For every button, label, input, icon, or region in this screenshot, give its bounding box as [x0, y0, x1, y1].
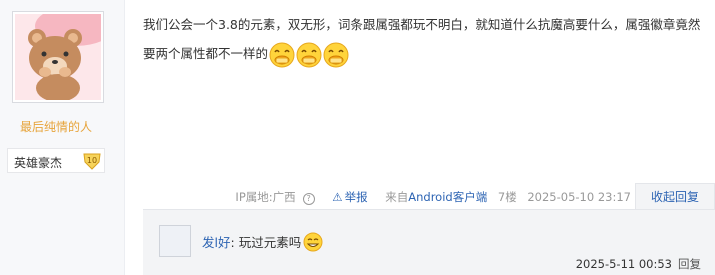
client-link[interactable]: Android客户端: [408, 190, 487, 204]
level-number: 10: [87, 156, 97, 165]
laugh-cover-mouth-emoji-icon: [269, 42, 295, 67]
post-text: 我们公会一个3.8的元素，双无形，词条跟属强都玩不明白，就知道什么抗魔高要什么，…: [143, 17, 701, 61]
bear-icon: [28, 14, 101, 100]
reply-footer: 2025-5-11 00:53 回复: [576, 256, 701, 272]
floor-number: 7楼: [497, 190, 517, 204]
help-icon[interactable]: ?: [302, 193, 315, 205]
level-badge-icon: 10: [83, 153, 101, 170]
laugh-cover-mouth-emoji-icon: [296, 42, 322, 67]
reply-avatar[interactable]: [159, 225, 191, 257]
author-avatar[interactable]: [12, 11, 104, 103]
reply-button[interactable]: 回复: [678, 257, 701, 271]
author-badge[interactable]: 英雄豪杰 10: [7, 148, 105, 173]
reply-item: 发l好: 玩过元素吗: [202, 232, 323, 252]
report-icon: ⚠: [332, 190, 343, 204]
collapse-reply-button[interactable]: 收起回复: [635, 183, 715, 210]
reply-separator: :: [230, 235, 235, 250]
author-sidebar: 最后纯情的人 英雄豪杰 10: [0, 0, 125, 275]
author-name[interactable]: 最后纯情的人: [0, 118, 112, 135]
report-link[interactable]: ⚠ 举报: [325, 190, 367, 204]
grin-emoji-icon: [303, 232, 323, 252]
bear-avatar-image: [15, 14, 101, 100]
client-source: 来自Android客户端: [378, 190, 487, 204]
badge-title: 英雄豪杰: [14, 156, 63, 170]
post-content: 我们公会一个3.8的元素，双无形，词条跟属强都玩不明白，就知道什么抗魔高要什么，…: [143, 10, 703, 69]
post-meta: IP属地:广西? ⚠ 举报 来自Android客户端 7楼 2025-05-10 …: [228, 189, 631, 205]
laugh-cover-mouth-emoji-icon: [323, 42, 349, 67]
reply-username[interactable]: 发l好: [202, 235, 230, 250]
reply-datetime: 2025-5-11 00:53: [575, 257, 672, 271]
reply-list: 发l好: 玩过元素吗 2025-5-11 00:53 回复: [143, 209, 715, 275]
client-prefix: 来自: [385, 190, 409, 204]
post-datetime: 2025-05-10 23:17: [527, 190, 631, 204]
reply-text: 玩过元素吗: [238, 235, 302, 250]
report-label: 举报: [344, 190, 368, 204]
ip-location: IP属地:广西: [235, 190, 296, 204]
